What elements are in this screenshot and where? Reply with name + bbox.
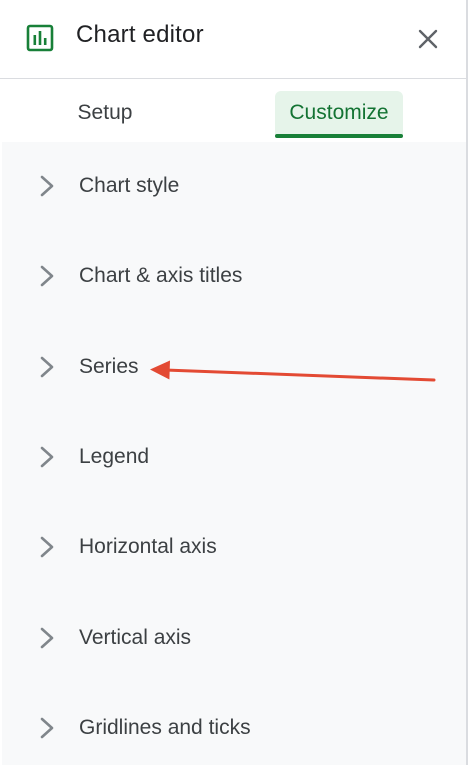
section-chart-axis-titles[interactable]: Chart & axis titles: [2, 232, 466, 322]
section-horizontal-axis[interactable]: Horizontal axis: [2, 503, 466, 593]
tab-customize[interactable]: Customize: [275, 91, 403, 138]
chevron-right-icon: [40, 265, 54, 287]
section-chart-style[interactable]: Chart style: [2, 142, 466, 232]
chart-editor-panel: Chart editor Setup Customize Chart style…: [0, 0, 468, 765]
chevron-right-icon: [40, 175, 54, 197]
tab-setup[interactable]: Setup: [62, 91, 148, 135]
section-vertical-axis[interactable]: Vertical axis: [2, 594, 466, 684]
section-label: Gridlines and ticks: [79, 716, 251, 739]
chevron-right-icon: [40, 446, 54, 468]
chevron-right-icon: [40, 627, 54, 649]
section-label: Series: [79, 355, 139, 378]
active-tab-indicator: [275, 134, 403, 138]
section-label: Vertical axis: [79, 626, 192, 649]
section-label: Chart & axis titles: [79, 264, 243, 287]
customize-sections: Chart style Chart & axis titles Series L…: [2, 142, 466, 765]
chevron-right-icon: [40, 717, 54, 739]
section-label: Legend: [79, 445, 150, 468]
panel-header: Chart editor: [0, 0, 466, 79]
section-gridlines-ticks[interactable]: Gridlines and ticks: [2, 684, 466, 774]
chevron-right-icon: [40, 536, 54, 558]
tab-bar: Setup Customize: [0, 79, 466, 141]
section-legend[interactable]: Legend: [2, 413, 466, 503]
panel-title: Chart editor: [76, 21, 204, 48]
section-label: Chart style: [79, 174, 180, 197]
tab-customize-label: Customize: [289, 101, 389, 124]
chart-icon: [26, 24, 54, 52]
section-label: Horizontal axis: [79, 535, 217, 558]
chevron-right-icon: [40, 356, 54, 378]
close-icon[interactable]: [414, 25, 442, 53]
section-series[interactable]: Series: [2, 323, 466, 413]
